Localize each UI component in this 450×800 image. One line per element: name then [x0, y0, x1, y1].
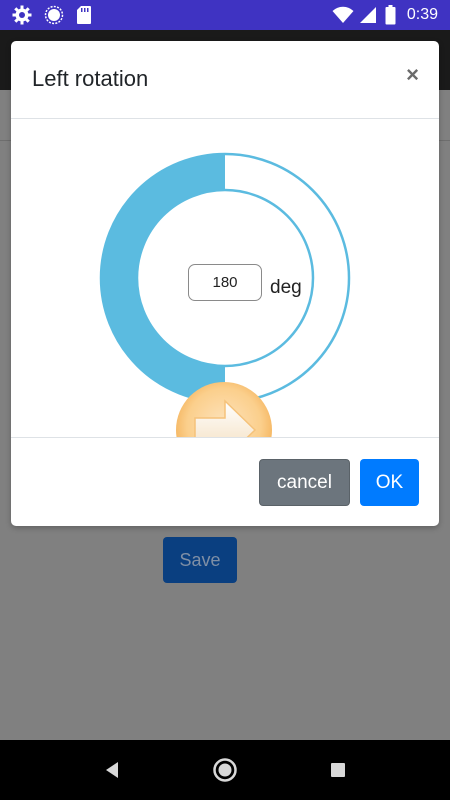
- signal-icon: [357, 0, 379, 30]
- sync-circle-icon: [42, 0, 66, 30]
- navigation-bar: [0, 740, 450, 800]
- degree-input[interactable]: [188, 264, 262, 301]
- sd-card-icon: [74, 0, 94, 30]
- gear-icon: [10, 0, 34, 30]
- wifi-icon: [331, 0, 355, 30]
- dialog-header: Left rotation ×: [11, 41, 439, 119]
- battery-icon: [383, 0, 397, 30]
- cancel-button[interactable]: cancel: [259, 459, 350, 506]
- rotation-dialog: Left rotation × deg: [11, 41, 439, 526]
- right-arrow-icon: [176, 382, 272, 437]
- status-bar: 0:39: [0, 0, 450, 30]
- save-button[interactable]: Save: [163, 537, 237, 583]
- rotate-handle[interactable]: [175, 381, 273, 437]
- degree-unit-label: deg: [270, 277, 302, 298]
- dialog-body: deg: [11, 120, 439, 438]
- dialog-footer: cancel OK: [11, 439, 439, 526]
- back-icon[interactable]: [82, 740, 142, 800]
- close-icon[interactable]: ×: [406, 63, 419, 87]
- home-icon[interactable]: [195, 740, 255, 800]
- ok-button[interactable]: OK: [360, 459, 419, 506]
- clock-time: 0:39: [406, 6, 438, 23]
- recents-icon[interactable]: [308, 740, 368, 800]
- dialog-title: Left rotation: [32, 66, 149, 91]
